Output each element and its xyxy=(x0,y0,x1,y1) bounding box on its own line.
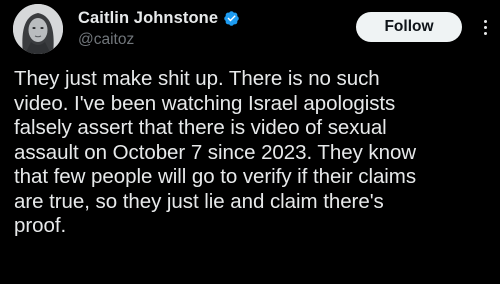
author-display-name[interactable]: Caitlin Johnstone xyxy=(78,9,218,28)
avatar[interactable] xyxy=(13,4,63,54)
tweet-text: They just make shit up. There is no such… xyxy=(14,67,417,237)
author-name-row: Caitlin Johnstone xyxy=(78,7,240,29)
more-vertical-icon[interactable] xyxy=(474,14,496,40)
avatar-portrait-icon xyxy=(13,4,63,54)
verified-badge-icon xyxy=(223,10,240,27)
author-info: Caitlin Johnstone @caitoz xyxy=(78,7,240,49)
tweet-card: Caitlin Johnstone @caitoz Follow They ju… xyxy=(0,0,500,284)
more-dot xyxy=(483,25,487,29)
more-dot xyxy=(483,19,487,23)
more-dot xyxy=(483,31,487,35)
follow-button[interactable]: Follow xyxy=(356,12,462,42)
author-handle[interactable]: @caitoz xyxy=(78,31,240,49)
